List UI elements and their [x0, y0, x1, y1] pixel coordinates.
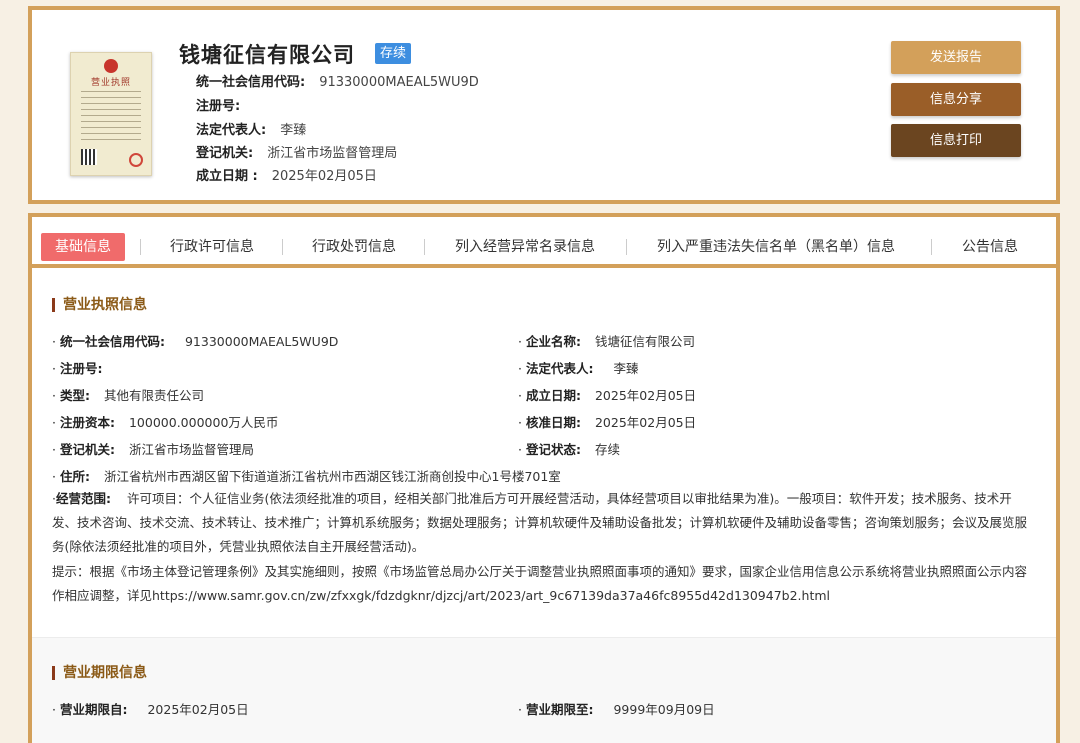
header-reg-authority: 登记机关: 浙江省市场监督管理局 — [196, 146, 398, 161]
header-est-date: 成立日期 :2025年02月05日 — [196, 169, 377, 184]
tab-separator — [282, 239, 283, 255]
license-notice: 提示：根据《市场主体登记管理条例》及其实施细则，按照《市场监管总局办公厅关于调整… — [52, 564, 1028, 603]
print-info-button[interactable]: 信息打印 — [891, 124, 1021, 157]
tab-separator — [140, 239, 141, 255]
field-reg-authority: · 登记机关: 浙江省市场监督管理局 — [52, 442, 254, 457]
field-term-from: · 营业期限自: 2025年02月05日 — [52, 702, 249, 717]
field-reg-status: · 登记状态: 存续 — [518, 442, 620, 457]
field-address: · 住所: 浙江省杭州市西湖区留下街道道浙江省杭州市西湖区钱江浙商创投中心1号楼70… — [52, 469, 561, 484]
tab-admin-license[interactable]: 行政许可信息 — [170, 233, 254, 261]
field-registered-capital: · 注册资本: 100000.000000万人民币 — [52, 415, 279, 430]
field-approval-date: · 核准日期: 2025年02月05日 — [518, 415, 697, 430]
tab-separator — [424, 239, 425, 255]
field-est-date: · 成立日期: 2025年02月05日 — [518, 388, 697, 403]
field-reg-number: · 注册号: — [52, 361, 103, 376]
business-license-thumbnail[interactable]: 营业执照 — [70, 52, 152, 176]
business-term-section: 营业期限信息 · 营业期限自: 2025年02月05日 · 营业期限至: 9999年09… — [32, 637, 1056, 743]
header-credit-code: 统一社会信用代码: 91330000MAEAL5WU9D — [196, 75, 479, 90]
term-section-title: 营业期限信息 — [52, 666, 147, 680]
qr-code-icon — [81, 149, 97, 165]
field-term-to: · 营业期限至: 9999年09月09日 — [518, 702, 715, 717]
field-company-name: · 企业名称: 钱塘征信有限公司 — [518, 334, 695, 349]
field-credit-code: · 统一社会信用代码: 91330000MAEAL5WU9D — [52, 334, 339, 349]
share-info-button[interactable]: 信息分享 — [891, 83, 1021, 116]
license-text-lines — [81, 91, 141, 141]
tab-admin-penalty[interactable]: 行政处罚信息 — [312, 233, 396, 261]
license-title: 营业执照 — [90, 78, 131, 88]
tab-separator — [626, 239, 627, 255]
field-business-scope: ·经营范围: 许可项目：个人征信业务(依法须经批准的项目，经相关部门批准后方可开展… — [52, 491, 1028, 554]
tab-basic-info[interactable]: 基础信息 — [41, 233, 125, 261]
tab-bar: 基础信息 行政许可信息 行政处罚信息 列入经营异常名录信息 列入严重违法失信名单… — [32, 217, 1056, 268]
detail-card: 基础信息 行政许可信息 行政处罚信息 列入经营异常名录信息 列入严重违法失信名单… — [28, 213, 1060, 743]
status-badge: 存续 — [375, 43, 412, 64]
tab-blacklist[interactable]: 列入严重违法失信名单（黑名单）信息 — [657, 233, 895, 261]
national-emblem-icon — [104, 59, 118, 73]
company-header-card: 营业执照 钱塘征信有限公司 存续 统一社会信用代码: 91330000MAEAL5… — [28, 6, 1060, 204]
send-report-button[interactable]: 发送报告 — [891, 41, 1021, 74]
company-name: 钱塘征信有限公司 — [179, 43, 355, 67]
header-legal-rep: 法定代表人: 李臻 — [196, 123, 307, 138]
seal-icon — [129, 153, 143, 167]
tab-abnormal-operation[interactable]: 列入经营异常名录信息 — [455, 233, 595, 261]
tab-announcements[interactable]: 公告信息 — [962, 233, 1018, 261]
header-reg-number: 注册号: — [196, 99, 241, 114]
field-legal-rep: · 法定代表人: 李臻 — [518, 361, 639, 376]
license-section-title: 营业执照信息 — [52, 298, 147, 312]
field-type: · 类型: 其他有限责任公司 — [52, 388, 204, 403]
tab-separator — [931, 239, 932, 255]
